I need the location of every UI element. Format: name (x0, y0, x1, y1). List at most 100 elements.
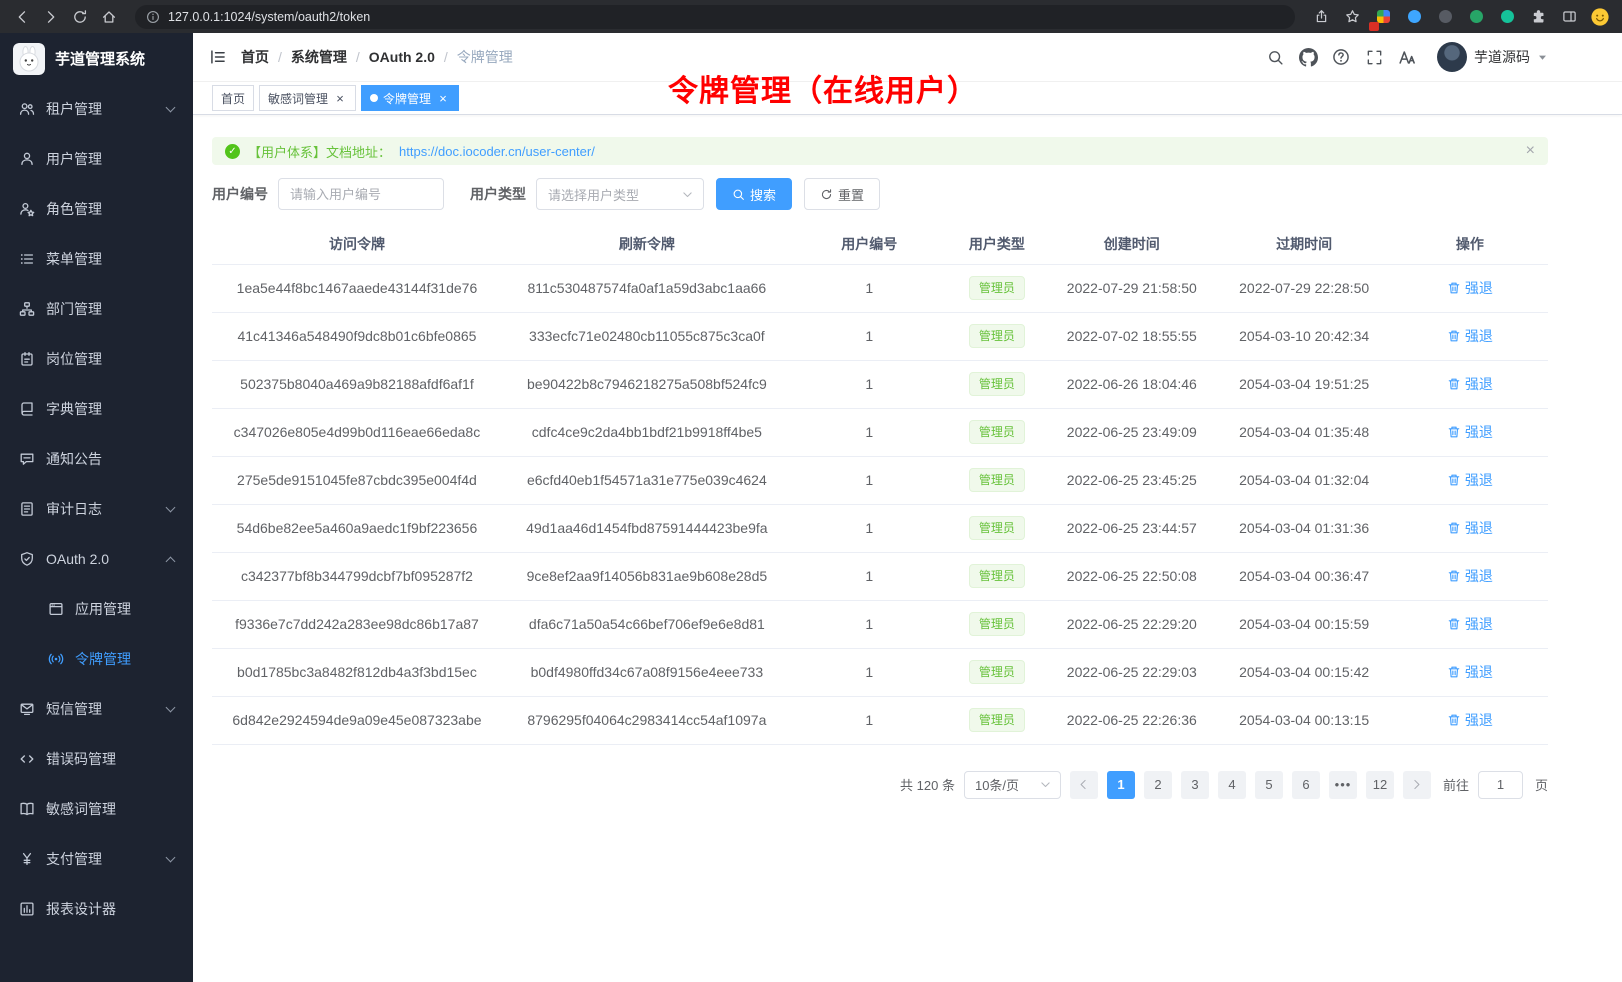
cell-user-id: 1 (792, 648, 947, 696)
force-logout-link[interactable]: 强退 (1447, 566, 1493, 586)
share-icon[interactable] (1309, 5, 1333, 29)
page-size-select[interactable]: 10条/页 (964, 771, 1061, 799)
font-size-icon[interactable] (1397, 47, 1417, 67)
github-icon[interactable] (1298, 47, 1318, 67)
tab-close-icon[interactable]: × (333, 91, 347, 105)
sidebar-item-tenant[interactable]: 租户管理 (0, 84, 193, 134)
force-logout-link[interactable]: 强退 (1447, 710, 1493, 730)
breadcrumb-item[interactable]: 系统管理 (291, 47, 347, 67)
sidebar-item-label: 支付管理 (46, 849, 102, 869)
sidebar-item-label: 应用管理 (75, 599, 131, 619)
sidebar-item-pay[interactable]: 支付管理 (0, 834, 193, 884)
sidebar-item-dict[interactable]: 字典管理 (0, 384, 193, 434)
force-logout-link[interactable]: 强退 (1447, 518, 1493, 538)
page-button-1[interactable]: 1 (1107, 771, 1135, 799)
column-header: 操作 (1392, 224, 1548, 264)
force-logout-link[interactable]: 强退 (1447, 422, 1493, 442)
tab-active-dot (370, 94, 378, 102)
force-logout-link[interactable]: 强退 (1447, 470, 1493, 490)
force-logout-label: 强退 (1465, 566, 1493, 586)
sidebar-item-oauth2-app[interactable]: 应用管理 (0, 584, 193, 634)
reset-button-label: 重置 (838, 185, 864, 204)
ext-dark-icon[interactable] (1433, 5, 1457, 29)
user-type-select[interactable]: 请选择用户类型 (536, 178, 704, 210)
force-logout-link[interactable]: 强退 (1447, 278, 1493, 298)
cell-access-token: c342377bf8b344799dcbf7bf095287f2 (212, 552, 502, 600)
breadcrumb-item[interactable]: OAuth 2.0 (369, 49, 435, 65)
ext-lime-icon[interactable] (1495, 5, 1519, 29)
site-info-icon[interactable] (146, 10, 160, 24)
star-icon[interactable] (1340, 5, 1364, 29)
page-button-5[interactable]: 5 (1255, 771, 1283, 799)
ext-colorful-icon[interactable] (1371, 5, 1395, 29)
tab-1[interactable]: 敏感词管理× (259, 85, 356, 111)
sidebar-item-error-code[interactable]: 错误码管理 (0, 734, 193, 784)
next-page-button[interactable] (1403, 771, 1431, 799)
sidebar-item-role[interactable]: 角色管理 (0, 184, 193, 234)
tab-0[interactable]: 首页 (212, 85, 254, 111)
fullscreen-icon[interactable] (1364, 47, 1384, 67)
home-icon[interactable] (97, 5, 121, 29)
ext-green-icon[interactable] (1464, 5, 1488, 29)
split-view-icon[interactable] (1557, 5, 1581, 29)
annotation-text: 令牌管理（在线用户） (668, 66, 978, 110)
forward-icon[interactable] (39, 5, 63, 29)
cell-action: 强退 (1392, 312, 1548, 360)
page-ellipsis[interactable]: ••• (1329, 771, 1357, 799)
cell-refresh-token: 9ce8ef2aa9f14056b831ae9b608e28d5 (502, 552, 792, 600)
sidebar-item-sms[interactable]: 短信管理 (0, 684, 193, 734)
page-button-6[interactable]: 6 (1292, 771, 1320, 799)
ext-blue-icon[interactable] (1402, 5, 1426, 29)
sidebar-item-audit-log[interactable]: 审计日志 (0, 484, 193, 534)
page-button-3[interactable]: 3 (1181, 771, 1209, 799)
page-button-2[interactable]: 2 (1144, 771, 1172, 799)
sidebar-item-post[interactable]: 岗位管理 (0, 334, 193, 384)
profile-avatar-icon[interactable] (1588, 5, 1612, 29)
user-id-input[interactable] (278, 178, 444, 210)
cell-expire-time: 2054-03-04 00:13:15 (1217, 696, 1392, 744)
force-logout-label: 强退 (1465, 614, 1493, 634)
tab-2[interactable]: 令牌管理× (361, 85, 459, 111)
back-icon[interactable] (10, 5, 34, 29)
search-button[interactable]: 搜索 (716, 178, 792, 210)
url-bar[interactable]: 127.0.0.1:1024/system/oauth2/token (135, 5, 1295, 29)
sidebar-item-dept[interactable]: 部门管理 (0, 284, 193, 334)
cell-action: 强退 (1392, 600, 1548, 648)
sidebar-item-notice[interactable]: 通知公告 (0, 434, 193, 484)
force-logout-link[interactable]: 强退 (1447, 374, 1493, 394)
collapse-menu-icon[interactable] (209, 48, 227, 66)
sidebar-item-sensitive-word[interactable]: 敏感词管理 (0, 784, 193, 834)
search-icon[interactable] (1265, 47, 1285, 67)
force-logout-link[interactable]: 强退 (1447, 614, 1493, 634)
prev-page-button[interactable] (1070, 771, 1098, 799)
cell-user-type: 管理员 (947, 552, 1047, 600)
app-icon (47, 601, 64, 618)
sidebar-item-menu[interactable]: 菜单管理 (0, 234, 193, 284)
chevron-up-icon (166, 557, 176, 567)
force-logout-link[interactable]: 强退 (1447, 662, 1493, 682)
reload-icon[interactable] (68, 5, 92, 29)
tab-close-icon[interactable]: × (436, 91, 450, 105)
sidebar-item-oauth2[interactable]: OAuth 2.0 (0, 534, 193, 584)
sidebar-item-label: 角色管理 (46, 199, 102, 219)
cell-access-token: 275e5de9151045fe87cbdc395e004f4d (212, 456, 502, 504)
puzzle-icon[interactable] (1526, 5, 1550, 29)
reset-button[interactable]: 重置 (804, 178, 880, 210)
force-logout-link[interactable]: 强退 (1447, 326, 1493, 346)
breadcrumb-item[interactable]: 首页 (241, 47, 269, 67)
sidebar-item-report-designer[interactable]: 报表设计器 (0, 884, 193, 934)
goto-page-input[interactable] (1478, 771, 1523, 799)
sidebar-menu: 租户管理用户管理角色管理菜单管理部门管理岗位管理字典管理通知公告审计日志OAut… (0, 84, 193, 934)
app: 芋道管理系统 租户管理用户管理角色管理菜单管理部门管理岗位管理字典管理通知公告审… (0, 33, 1622, 982)
cell-user-id: 1 (792, 312, 947, 360)
user-dropdown[interactable]: 芋道源码 (1437, 42, 1548, 72)
banner-close-icon[interactable]: × (1526, 143, 1535, 159)
help-icon[interactable] (1331, 47, 1351, 67)
app-logo[interactable]: 芋道管理系统 (0, 33, 193, 84)
page-button-4[interactable]: 4 (1218, 771, 1246, 799)
sidebar-item-oauth2-token[interactable]: 令牌管理 (0, 634, 193, 684)
sidebar-item-user[interactable]: 用户管理 (0, 134, 193, 184)
report-icon (18, 901, 35, 918)
page-button-12[interactable]: 12 (1366, 771, 1394, 799)
banner-link[interactable]: https://doc.iocoder.cn/user-center/ (399, 144, 595, 159)
